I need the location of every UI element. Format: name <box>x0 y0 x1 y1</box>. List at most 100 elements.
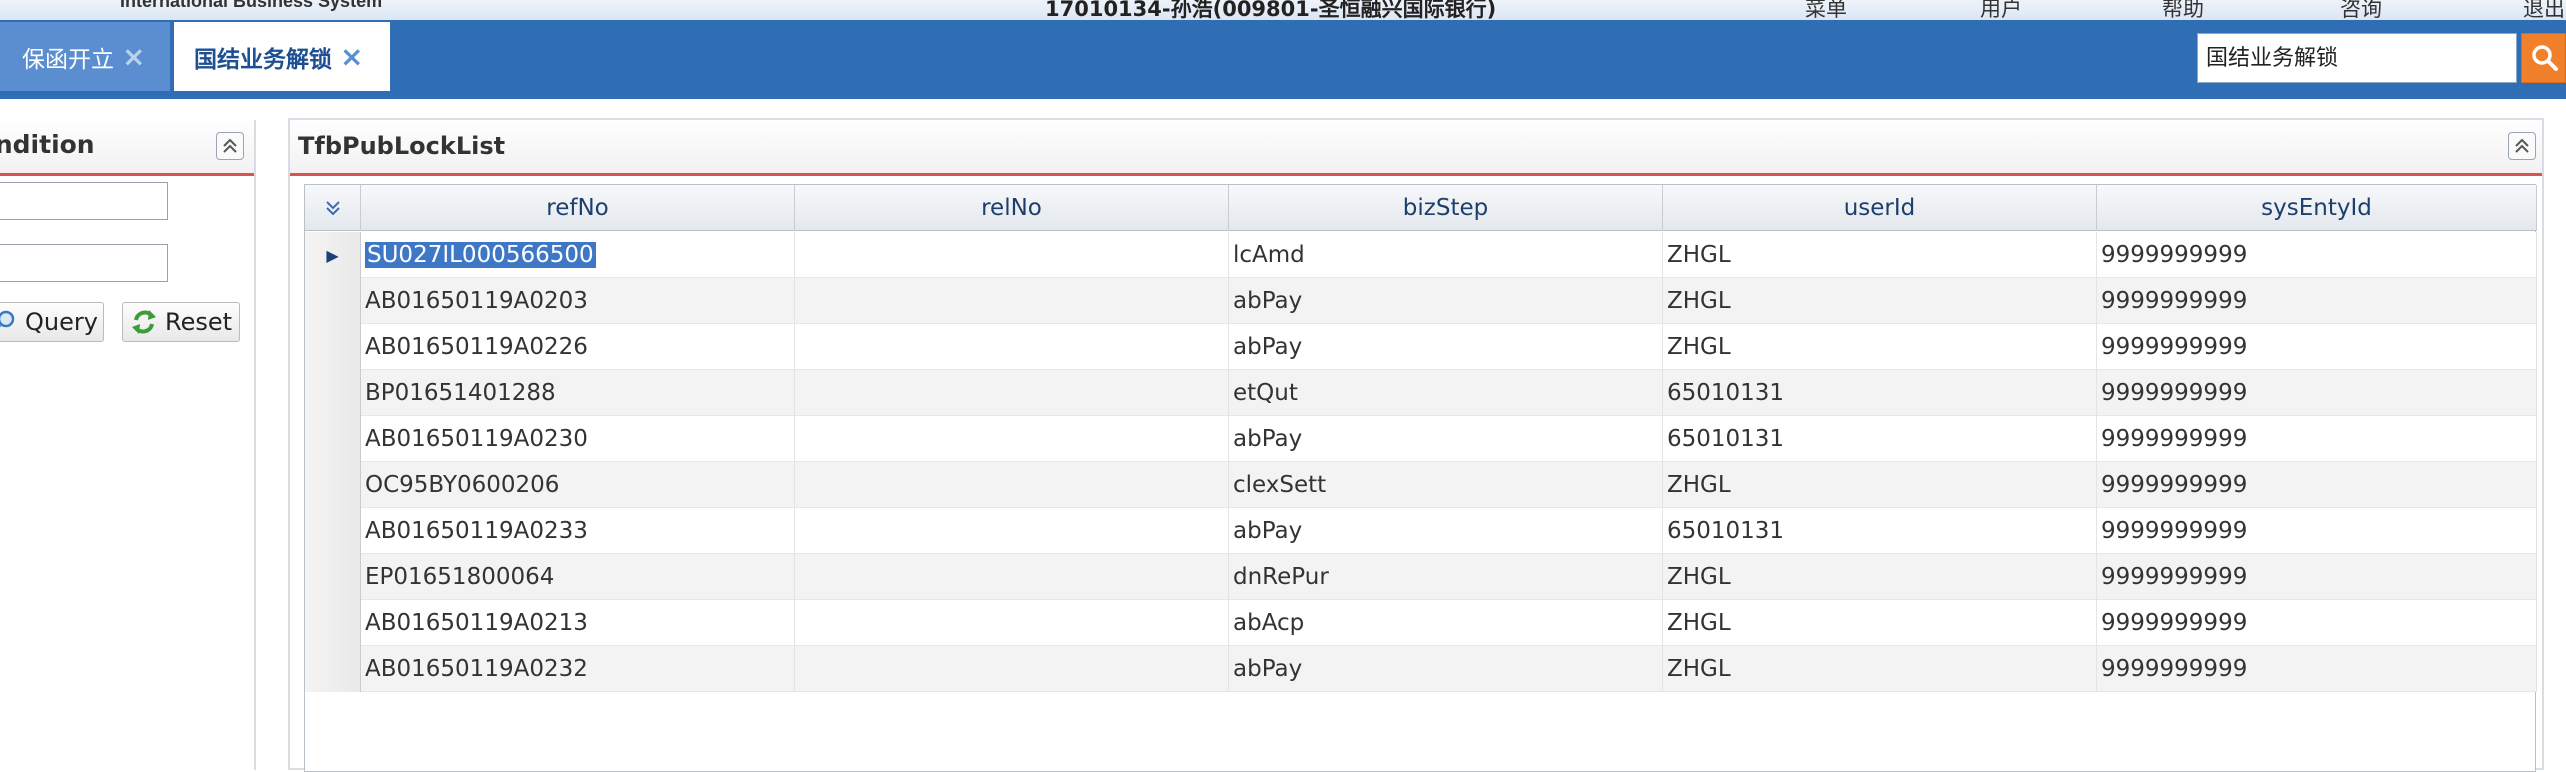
top-header: International Business System 17010134-孙… <box>0 0 2566 20</box>
table-row[interactable]: AB01650119A0203 abPay ZHGL 9999999999 <box>305 278 2537 324</box>
cell-refno: AB01650119A0232 <box>361 646 795 692</box>
grid-body: ▶ SU027IL000566500 lcAmd ZHGL 9999999999 AB01… <box>305 232 2537 692</box>
cell-userid: ZHGL <box>1663 278 2097 324</box>
cell-relno <box>795 462 1229 508</box>
cell-userid: ZHGL <box>1663 646 2097 692</box>
cell-sysentyid: 9999999999 <box>2097 232 2537 278</box>
row-marker <box>305 462 361 508</box>
column-header-relno[interactable]: relNo <box>795 185 1229 231</box>
table-row[interactable]: OC95BY0600206 clexSett ZHGL 9999999999 <box>305 462 2537 508</box>
row-marker <box>305 370 361 416</box>
table-row[interactable]: AB01650119A0232 abPay ZHGL 9999999999 <box>305 646 2537 692</box>
tab-label: 国结业务解锁 <box>194 46 332 73</box>
cell-refno: BP01651401288 <box>361 370 795 416</box>
cell-sysentyid: 9999999999 <box>2097 324 2537 370</box>
cell-userid: ZHGL <box>1663 600 2097 646</box>
lock-list-header: TfbPubLockList <box>290 120 2542 176</box>
cell-bizstep: clexSett <box>1229 462 1663 508</box>
table-row[interactable]: ▶ SU027IL000566500 lcAmd ZHGL 9999999999 <box>305 232 2537 278</box>
cell-sysentyid: 9999999999 <box>2097 370 2537 416</box>
cell-bizstep: etQut <box>1229 370 1663 416</box>
row-marker <box>305 600 361 646</box>
cell-bizstep: abPay <box>1229 324 1663 370</box>
column-header-userid[interactable]: userId <box>1663 185 2097 231</box>
cell-userid: ZHGL <box>1663 232 2097 278</box>
tab-guarantee-issue[interactable]: 保函开立 × <box>0 22 170 91</box>
lock-list-panel: TfbPubLockList refNo relNo bizStep userI… <box>288 118 2544 772</box>
consult-link[interactable]: 咨询 <box>2340 0 2382 20</box>
magnifier-icon <box>0 310 15 328</box>
ref-no-field[interactable] <box>0 182 168 220</box>
cell-refno-selected: SU027IL000566500 <box>361 232 795 278</box>
menu-link[interactable]: 菜单 <box>1805 0 1847 20</box>
column-header-sysentyid[interactable]: sysEntyId <box>2097 185 2537 231</box>
row-marker <box>305 508 361 554</box>
cell-bizstep: abPay <box>1229 508 1663 554</box>
query-condition-panel: ry Condition Query Reset <box>0 120 256 770</box>
cell-refno: AB01650119A0226 <box>361 324 795 370</box>
cell-bizstep: abPay <box>1229 416 1663 462</box>
cell-sysentyid: 9999999999 <box>2097 508 2537 554</box>
query-panel-title: ry Condition <box>0 130 95 159</box>
table-row[interactable]: AB01650119A0230 abPay 65010131 9999999999 <box>305 416 2537 462</box>
column-header-refno[interactable]: refNo <box>361 185 795 231</box>
table-row[interactable]: AB01650119A0213 abAcp ZHGL 9999999999 <box>305 600 2537 646</box>
reset-label: Reset <box>165 308 233 336</box>
cell-userid: 65010131 <box>1663 508 2097 554</box>
cell-sysentyid: 9999999999 <box>2097 646 2537 692</box>
lock-list-grid: refNo relNo bizStep userId sysEntyId ▶ SU… <box>304 184 2537 772</box>
tab-business-unlock[interactable]: 国结业务解锁 × <box>174 22 390 91</box>
table-row[interactable]: BP01651401288 etQut 65010131 9999999999 <box>305 370 2537 416</box>
biz-step-field[interactable] <box>0 244 168 282</box>
cell-sysentyid: 9999999999 <box>2097 416 2537 462</box>
cell-relno <box>795 370 1229 416</box>
cell-userid: 65010131 <box>1663 370 2097 416</box>
cell-relno <box>795 278 1229 324</box>
cell-relno <box>795 600 1229 646</box>
cell-relno <box>795 416 1229 462</box>
help-link[interactable]: 帮助 <box>2162 0 2204 20</box>
cell-refno: AB01650119A0213 <box>361 600 795 646</box>
cell-userid: ZHGL <box>1663 462 2097 508</box>
cell-sysentyid: 9999999999 <box>2097 462 2537 508</box>
row-marker <box>305 554 361 600</box>
collapse-up-icon[interactable] <box>216 132 244 160</box>
cell-relno <box>795 232 1229 278</box>
row-marker <box>305 416 361 462</box>
search-button[interactable] <box>2521 33 2566 83</box>
cell-sysentyid: 9999999999 <box>2097 278 2537 324</box>
query-button[interactable]: Query <box>0 302 104 342</box>
expand-all-icon[interactable] <box>305 185 361 231</box>
cell-userid: 65010131 <box>1663 416 2097 462</box>
query-label: Query <box>25 308 98 336</box>
cell-relno <box>795 646 1229 692</box>
table-row[interactable]: AB01650119A0226 abPay ZHGL 9999999999 <box>305 324 2537 370</box>
search-icon <box>2532 45 2558 71</box>
user-link[interactable]: 用户 <box>1980 0 2022 20</box>
close-icon[interactable]: × <box>122 42 145 71</box>
collapse-up-icon[interactable] <box>2508 132 2536 160</box>
cell-sysentyid: 9999999999 <box>2097 554 2537 600</box>
table-row[interactable]: EP01651800064 dnRePur ZHGL 9999999999 <box>305 554 2537 600</box>
query-panel-header: ry Condition <box>0 120 254 176</box>
cell-bizstep: abAcp <box>1229 600 1663 646</box>
row-marker <box>305 278 361 324</box>
cell-relno <box>795 554 1229 600</box>
cell-refno: AB01650119A0203 <box>361 278 795 324</box>
logout-link[interactable]: 退出 <box>2523 0 2565 20</box>
reset-button[interactable]: Reset <box>122 302 240 342</box>
tab-bar: 保函开立 × 国结业务解锁 × 国结业务解锁 <box>0 20 2566 99</box>
row-marker <box>305 646 361 692</box>
search-input[interactable]: 国结业务解锁 <box>2197 33 2517 83</box>
cell-refno: OC95BY0600206 <box>361 462 795 508</box>
column-header-bizstep[interactable]: bizStep <box>1229 185 1663 231</box>
selected-text: SU027IL000566500 <box>365 242 596 268</box>
cell-bizstep: abPay <box>1229 646 1663 692</box>
cell-relno <box>795 508 1229 554</box>
table-row[interactable]: AB01650119A0233 abPay 65010131 9999999999 <box>305 508 2537 554</box>
row-marker <box>305 324 361 370</box>
cell-userid: ZHGL <box>1663 554 2097 600</box>
cell-refno: AB01650119A0230 <box>361 416 795 462</box>
close-icon[interactable]: × <box>340 42 363 71</box>
row-pointer-icon: ▶ <box>305 232 361 278</box>
